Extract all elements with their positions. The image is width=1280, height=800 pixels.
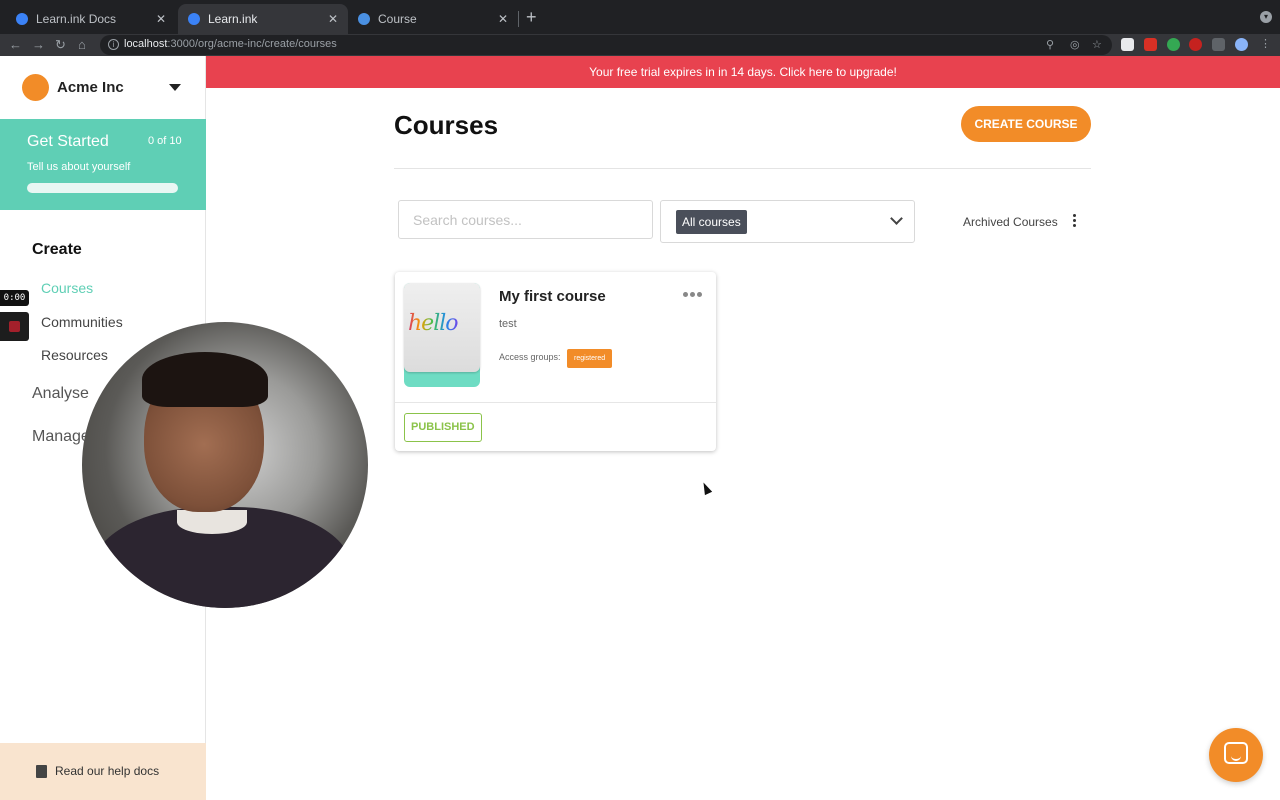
course-card[interactable]: hello My first course test Access groups… [395, 272, 716, 451]
close-icon[interactable]: ✕ [498, 12, 508, 26]
access-groups-label: Access groups: [499, 352, 561, 362]
org-name: Acme Inc [57, 79, 124, 96]
url-path: :3000/org/acme-inc/create/courses [167, 38, 337, 50]
archived-courses-link[interactable]: Archived Courses [963, 215, 1058, 229]
more-options-icon[interactable] [1070, 213, 1078, 229]
back-arrow-icon[interactable]: ← [9, 36, 22, 54]
org-avatar [22, 74, 49, 101]
course-more-icon[interactable] [683, 292, 702, 297]
get-started-progress-bar [27, 183, 178, 193]
course-title[interactable]: My first course [499, 288, 606, 305]
create-course-button[interactable]: CREATE COURSE [961, 106, 1091, 142]
browser-menu-icon[interactable]: ⋮ [1259, 38, 1272, 51]
caret-down-icon[interactable] [169, 84, 181, 91]
card-divider [395, 402, 716, 403]
header-divider [394, 168, 1091, 169]
webcam-person-hair [142, 352, 268, 407]
browser-toolbar: ← → ↻ ⌂ i localhost:3000/org/acme-inc/cr… [0, 34, 1280, 56]
profile-avatar[interactable] [1235, 38, 1248, 51]
get-started-subtitle: Tell us about yourself [27, 161, 131, 173]
webcam-bubble[interactable] [82, 322, 368, 608]
close-icon[interactable]: ✕ [156, 12, 166, 26]
help-docs-link[interactable]: Read our help docs [0, 743, 206, 800]
section-analyse[interactable]: Analyse [32, 385, 89, 403]
section-manage[interactable]: Manage [32, 428, 90, 446]
home-icon[interactable]: ⌂ [78, 36, 86, 54]
star-icon[interactable]: ☆ [1092, 38, 1102, 51]
get-started-count: 0 of 10 [148, 135, 182, 147]
chat-launcher-button[interactable] [1209, 728, 1263, 782]
thumbnail-text: hello [408, 311, 459, 336]
get-started-title: Get Started [27, 133, 109, 150]
recording-timer: 0:00 [0, 290, 29, 306]
eye-off-icon[interactable]: ◎ [1070, 38, 1080, 51]
trial-banner[interactable]: Your free trial expires in in 14 days. C… [206, 56, 1280, 88]
learnink-favicon-icon [16, 13, 28, 25]
sidebar-item-resources[interactable]: Resources [41, 347, 108, 363]
tab-separator [518, 11, 519, 27]
webcam-person-collar [177, 510, 247, 534]
browser-tab-learnink[interactable]: Learn.ink ✕ [178, 4, 348, 34]
mouse-cursor-icon [699, 480, 713, 496]
extension-red-icon[interactable] [1144, 38, 1157, 51]
notion-extension-icon[interactable] [1121, 38, 1134, 51]
close-icon[interactable]: ✕ [328, 12, 338, 26]
filter-selected-value: All courses [676, 210, 747, 234]
course-description: test [499, 318, 517, 330]
sidebar-item-courses[interactable]: Courses [41, 280, 93, 296]
url-host: localhost [124, 38, 168, 50]
search-input[interactable] [398, 200, 653, 239]
stop-icon [9, 321, 20, 332]
book-icon [36, 765, 47, 778]
section-create: Create [32, 241, 82, 258]
learnink-favicon-icon [188, 13, 200, 25]
url-text: localhost:3000/org/acme-inc/create/cours… [124, 38, 337, 50]
tab-title: Learn.ink Docs [36, 12, 117, 26]
sidebar-item-communities[interactable]: Communities [41, 314, 123, 330]
course-filter-select[interactable]: All courses [660, 200, 915, 243]
stop-recording-button[interactable] [0, 312, 29, 341]
zoom-icon[interactable]: ⚲ [1046, 38, 1054, 51]
tab-title: Course [378, 12, 417, 26]
chevron-down-icon [890, 212, 903, 225]
page-title: Courses [394, 110, 499, 140]
browser-tab-course[interactable]: Course ✕ [348, 4, 518, 34]
help-docs-label: Read our help docs [55, 764, 160, 778]
get-started-panel[interactable]: Get Started 0 of 10 Tell us about yourse… [0, 119, 206, 210]
extension-record-icon[interactable] [1189, 38, 1202, 51]
org-switcher[interactable]: Acme Inc [0, 56, 206, 119]
site-info-icon[interactable]: i [108, 39, 119, 50]
puzzle-extensions-icon[interactable] [1212, 38, 1225, 51]
reload-icon[interactable]: ↻ [55, 36, 66, 54]
tab-title: Learn.ink [208, 12, 258, 26]
browser-tab-bar: Learn.ink Docs ✕ Learn.ink ✕ Course ✕ + … [0, 0, 1280, 34]
extension-green-icon[interactable] [1167, 38, 1180, 51]
new-tab-plus-icon[interactable]: + [526, 8, 537, 26]
chat-favicon-icon [358, 13, 370, 25]
status-badge: PUBLISHED [404, 413, 482, 442]
browser-tab-docs[interactable]: Learn.ink Docs ✕ [6, 4, 176, 34]
course-thumbnail: hello [404, 283, 480, 372]
address-bar[interactable]: i localhost:3000/org/acme-inc/create/cou… [100, 35, 1112, 55]
forward-arrow-icon[interactable]: → [32, 36, 45, 54]
tab-search-chevron-icon[interactable]: ▾ [1260, 11, 1272, 23]
access-group-badge: registered [567, 349, 613, 368]
chat-icon [1224, 742, 1248, 764]
